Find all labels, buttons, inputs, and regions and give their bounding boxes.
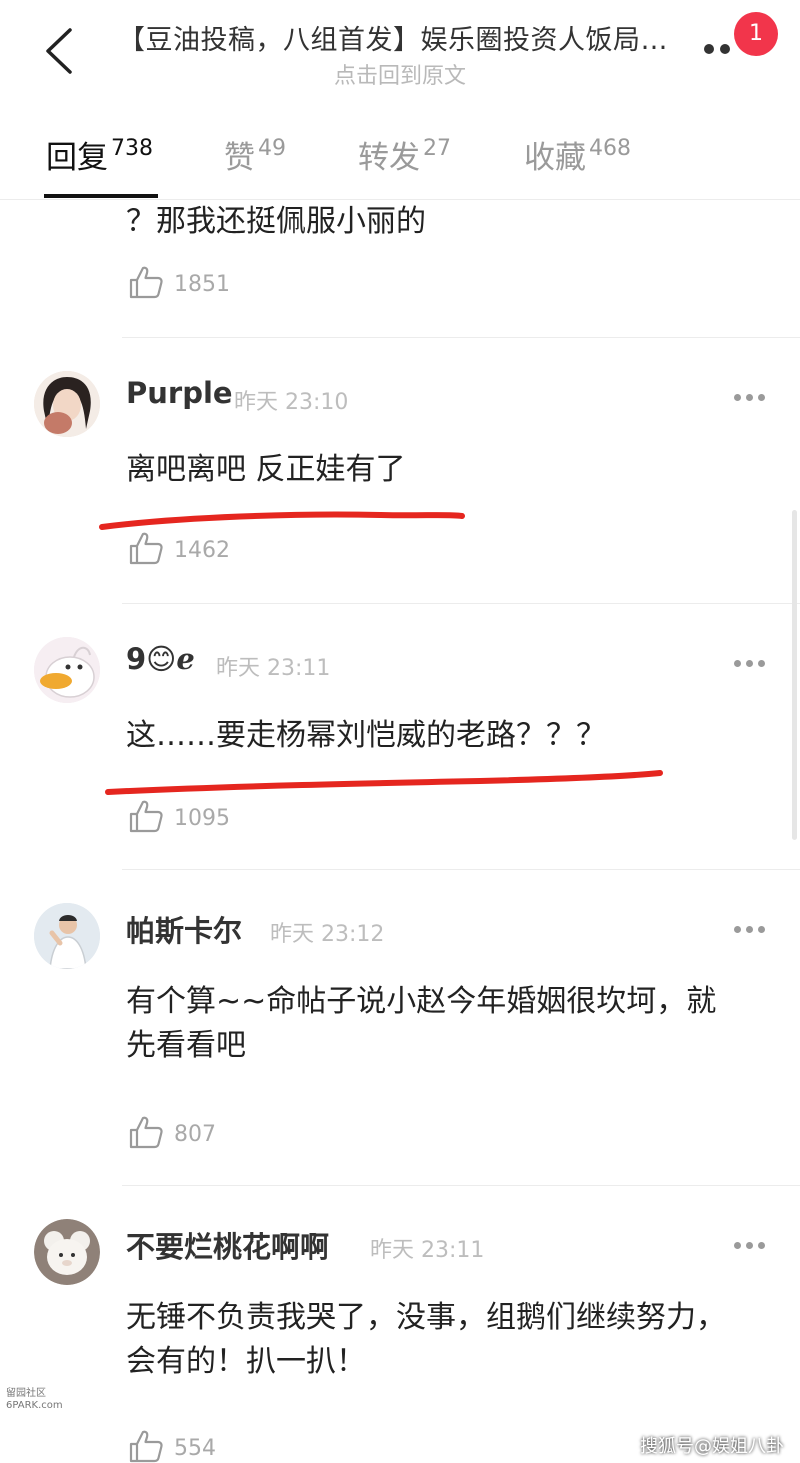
red-underline-annotation	[105, 770, 663, 795]
watermark-right: 搜狐号@娱姐八卦	[640, 1436, 784, 1457]
red-underline-annotation	[99, 511, 465, 530]
watermark-left: 留园社区 6PARK.com	[6, 1388, 63, 1411]
annotation-layer	[99, 511, 663, 795]
